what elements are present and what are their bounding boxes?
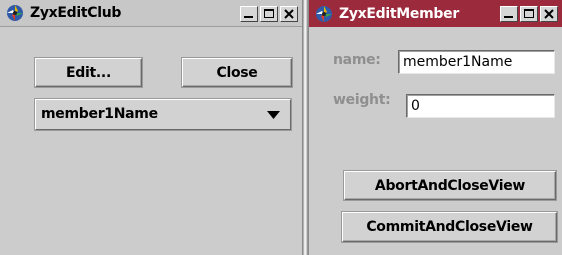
chevron-down-icon[interactable] xyxy=(267,111,280,119)
java-cup-icon[interactable] xyxy=(5,3,25,23)
close-icon[interactable] xyxy=(280,6,298,22)
name-field[interactable]: member1Name xyxy=(398,50,555,74)
weight-label: weight: xyxy=(333,92,391,108)
club-title-bar[interactable]: ZyxEditClub xyxy=(0,0,302,27)
member-window: ZyxEditMember name: member1Name weight: … xyxy=(308,0,562,255)
commit-and-close-view-button[interactable]: CommitAndCloseView xyxy=(342,212,557,242)
minimize-icon[interactable] xyxy=(500,6,518,22)
java-cup-icon[interactable] xyxy=(314,4,334,24)
name-label: name: xyxy=(333,52,381,68)
maximize-icon[interactable] xyxy=(260,6,278,22)
club-window: ZyxEditClub Edit... Close member1Name xyxy=(0,0,303,255)
close-icon[interactable] xyxy=(540,6,558,22)
abort-and-close-view-button[interactable]: AbortAndCloseView xyxy=(344,171,556,200)
club-window-title: ZyxEditClub xyxy=(30,5,122,21)
member-select[interactable]: member1Name xyxy=(35,99,291,130)
maximize-icon[interactable] xyxy=(520,6,538,22)
member-title-bar[interactable]: ZyxEditMember xyxy=(309,0,562,27)
member-window-title: ZyxEditMember xyxy=(339,5,459,22)
minimize-icon[interactable] xyxy=(240,6,258,22)
member-select-value: member1Name xyxy=(41,106,158,122)
close-button[interactable]: Close xyxy=(182,58,292,87)
edit-button[interactable]: Edit... xyxy=(35,58,142,87)
weight-field[interactable]: 0 xyxy=(406,94,555,118)
